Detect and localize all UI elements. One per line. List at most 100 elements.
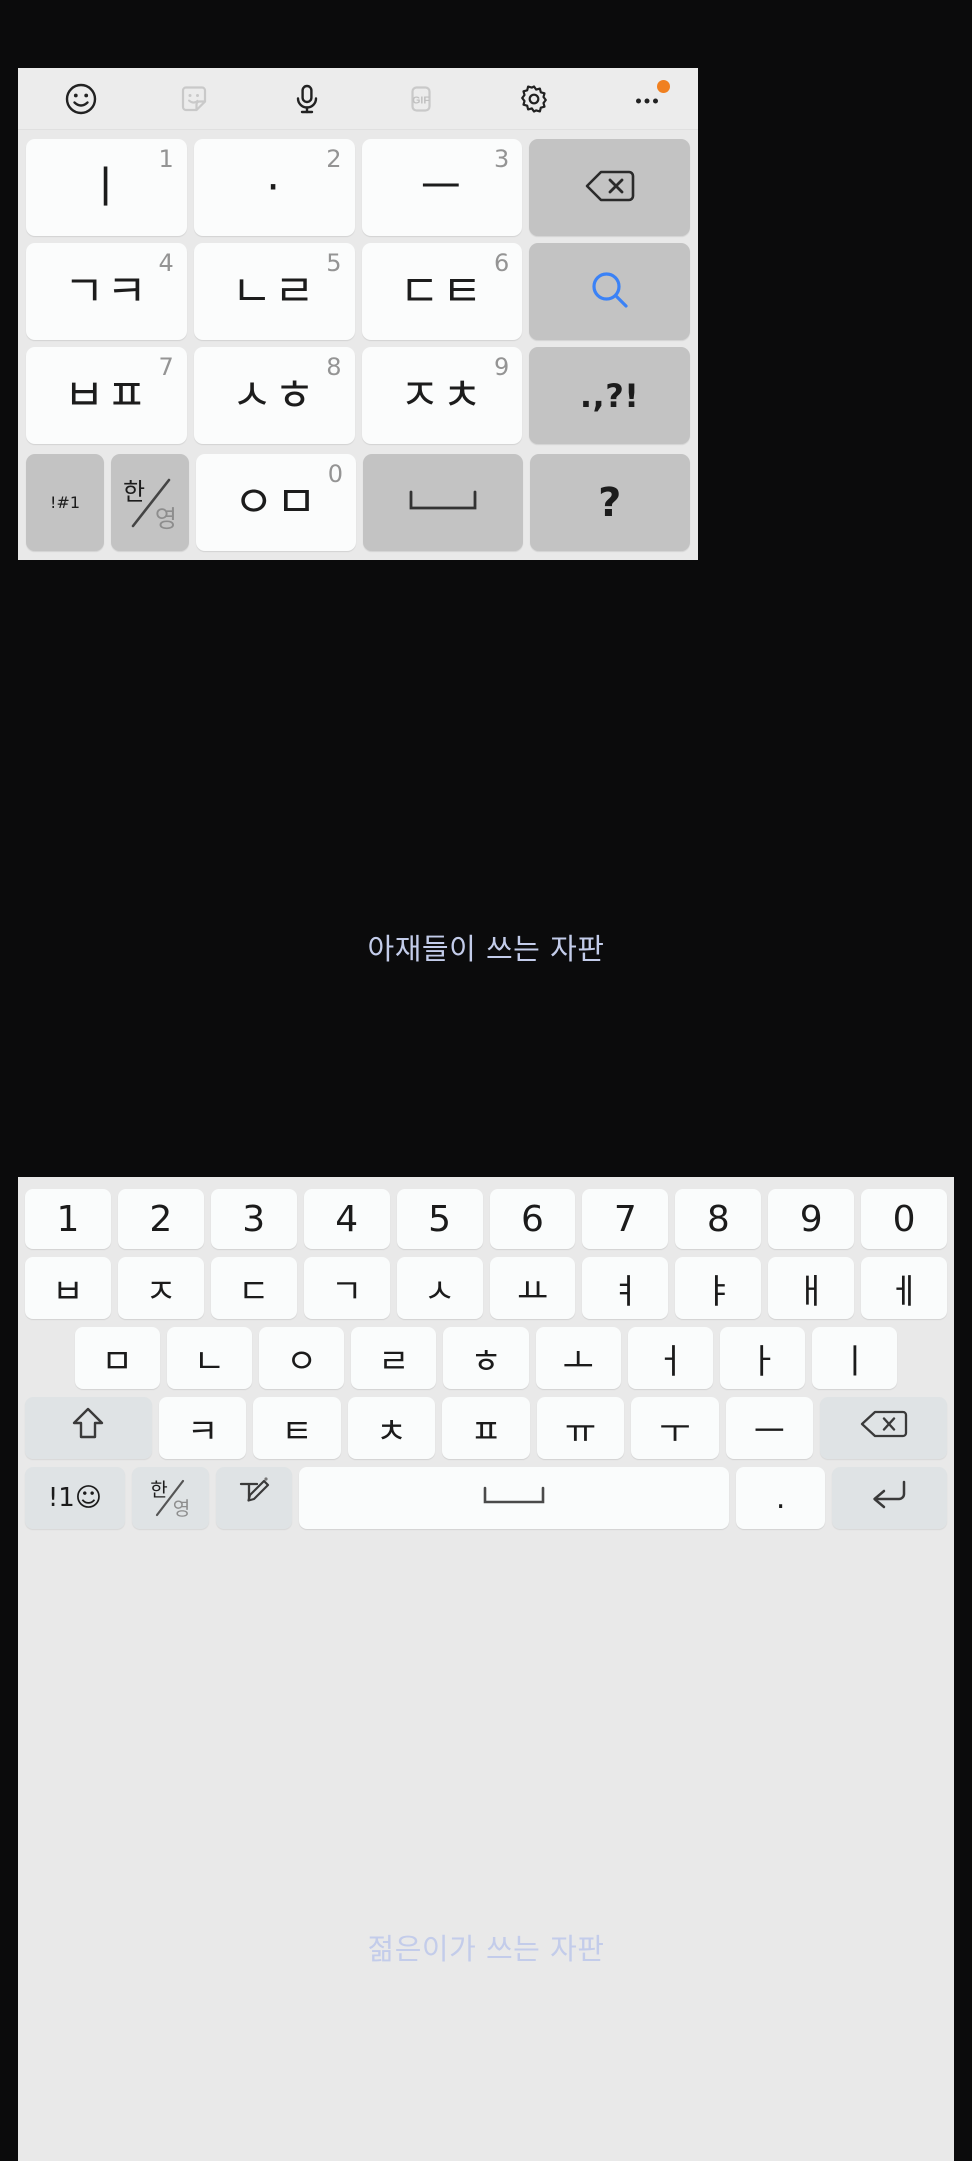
key-label: ㅌ [281, 1411, 313, 1452]
gear-settings-icon[interactable] [505, 74, 563, 124]
key-bieup-pieup[interactable]: ㅂㅍ 7 [26, 347, 187, 444]
key-siot[interactable]: ㅅ [396, 1257, 483, 1319]
key-label: ㅁ [101, 1341, 133, 1382]
key-backspace[interactable] [529, 139, 690, 236]
key-rieul[interactable]: ㄹ [351, 1327, 437, 1389]
key-yu[interactable]: ㅠ [536, 1397, 625, 1459]
key-label: ㅑ [702, 1271, 734, 1312]
key-8[interactable]: 8 [675, 1189, 762, 1249]
key-label: ㅋ [186, 1411, 219, 1452]
key-period[interactable]: . [736, 1467, 825, 1529]
key-space[interactable] [363, 454, 523, 551]
key-space[interactable] [299, 1467, 730, 1529]
key-label: 9 [799, 1198, 823, 1240]
key-kieuk[interactable]: ㅋ [158, 1397, 247, 1459]
emoji-smiley-icon[interactable] [52, 74, 110, 124]
key-6[interactable]: 6 [489, 1189, 576, 1249]
key-number: 0 [327, 460, 343, 488]
key-enter[interactable] [831, 1467, 947, 1529]
key-pieup[interactable]: ㅍ [442, 1397, 530, 1459]
key-yo[interactable]: ㅛ [489, 1257, 576, 1319]
new-keyboard-keygrid: 1 2 3 4 5 6 7 8 9 0 ㅂ ㅈ ㄷ ㄱ ㅅ ㅛ ㅕ ㅑ ㅐ ㅔ … [18, 1177, 954, 1543]
key-label: ㅔ [888, 1271, 920, 1312]
key-hieut[interactable]: ㅎ [443, 1327, 529, 1389]
key-label: !1☺ [47, 1483, 102, 1513]
key-digeut-tieut[interactable]: ㄷㅌ 6 [361, 243, 523, 340]
key-ya[interactable]: ㅑ [675, 1257, 762, 1319]
key-jieut[interactable]: ㅈ [117, 1257, 204, 1319]
key-question[interactable]: ? [530, 454, 690, 551]
key-u[interactable]: ㅜ [631, 1397, 719, 1459]
key-punctuation[interactable]: .,?! [529, 347, 690, 444]
key-label: ㅣ [839, 1341, 871, 1382]
key-backspace[interactable] [820, 1397, 947, 1459]
key-9[interactable]: 9 [768, 1189, 855, 1249]
key-ieung-mieum[interactable]: ㅇㅁ 0 [196, 454, 356, 551]
key-label: 2 [149, 1198, 173, 1240]
key-1[interactable]: 1 [24, 1189, 111, 1249]
key-lang-toggle[interactable]: 한 영 [111, 454, 189, 551]
key-yeo[interactable]: ㅕ [582, 1257, 669, 1319]
key-label: ㅊ [375, 1411, 408, 1452]
key-search[interactable] [529, 243, 690, 340]
sticker-icon[interactable] [165, 74, 223, 124]
notification-badge-dot [656, 79, 670, 93]
key-symbols-emoji[interactable]: !1☺ [25, 1467, 125, 1529]
key-label: ㄷ [238, 1271, 270, 1312]
key-i[interactable]: ㅣ 1 [26, 139, 187, 236]
key-label: · [266, 161, 283, 213]
key-dot[interactable]: · 2 [193, 139, 355, 236]
key-i[interactable]: ㅣ [812, 1327, 898, 1389]
key-label: .,?! [579, 376, 640, 415]
key-jieut-chieut[interactable]: ㅈㅊ 9 [361, 347, 523, 444]
key-eo[interactable]: ㅓ [627, 1327, 714, 1389]
key-label: ㅜ [659, 1411, 691, 1452]
key-symbols[interactable]: !#1 [26, 454, 104, 551]
key-e[interactable]: ㅔ [861, 1257, 948, 1319]
key-giyeok-kieuk[interactable]: ㄱㅋ 4 [26, 243, 187, 340]
key-2[interactable]: 2 [117, 1189, 204, 1249]
key-nieun-rieul[interactable]: ㄴㄹ 5 [193, 243, 355, 340]
key-eu[interactable]: ㅡ [725, 1397, 814, 1459]
key-ieung[interactable]: ㅇ [259, 1327, 345, 1389]
microphone-icon[interactable] [278, 74, 336, 124]
key-siot-hieut[interactable]: ㅅㅎ 8 [193, 347, 355, 444]
key-label: ? [598, 479, 622, 526]
screenshot-root: GIF ㅣ 1 · 2 ㅡ 3 ㄱㅋ 4 ㄴㄹ 5 ㄷㅌ 6 ㅂㅍ 7 ㅅㅎ 8… [0, 0, 972, 2161]
key-label: ㄴㄹ [231, 265, 317, 317]
key-digeut[interactable]: ㄷ [210, 1257, 297, 1319]
key-label: ㅡ [420, 161, 464, 213]
key-3[interactable]: 3 [210, 1189, 297, 1249]
key-5[interactable]: 5 [396, 1189, 483, 1249]
key-0[interactable]: 0 [861, 1189, 948, 1249]
key-7[interactable]: 7 [582, 1189, 669, 1249]
key-label: ㄱㅋ [63, 265, 149, 317]
key-number: 2 [326, 145, 342, 173]
key-label: ㅠ [564, 1411, 597, 1452]
key-4[interactable]: 4 [303, 1189, 390, 1249]
key-mieum[interactable]: ㅁ [74, 1327, 160, 1389]
key-nieun[interactable]: ㄴ [166, 1327, 252, 1389]
key-chieut[interactable]: ㅊ [347, 1397, 436, 1459]
key-label: ㅐ [795, 1271, 827, 1312]
key-o[interactable]: ㅗ [535, 1327, 621, 1389]
key-giyeok[interactable]: ㄱ [303, 1257, 390, 1319]
key-bieup[interactable]: ㅂ [24, 1257, 111, 1319]
key-lang-toggle[interactable]: 한 영 [131, 1467, 209, 1529]
key-shift[interactable] [25, 1397, 152, 1459]
svg-text:GIF: GIF [412, 94, 430, 106]
gif-icon[interactable]: GIF [392, 74, 450, 124]
key-label: ㅎ [470, 1341, 502, 1382]
key-label: 3 [242, 1198, 266, 1240]
key-tieut[interactable]: ㅌ [253, 1397, 341, 1459]
key-handwriting[interactable] [215, 1467, 293, 1529]
row-spacer-left [25, 1327, 68, 1389]
key-label: 4 [335, 1198, 359, 1240]
key-label: ㅕ [609, 1271, 641, 1312]
key-label: 5 [428, 1198, 451, 1240]
key-a[interactable]: ㅏ [720, 1327, 806, 1389]
more-options-icon[interactable] [618, 74, 676, 124]
key-number: 1 [158, 145, 174, 173]
key-ae[interactable]: ㅐ [768, 1257, 855, 1319]
key-eu[interactable]: ㅡ 3 [361, 139, 523, 236]
